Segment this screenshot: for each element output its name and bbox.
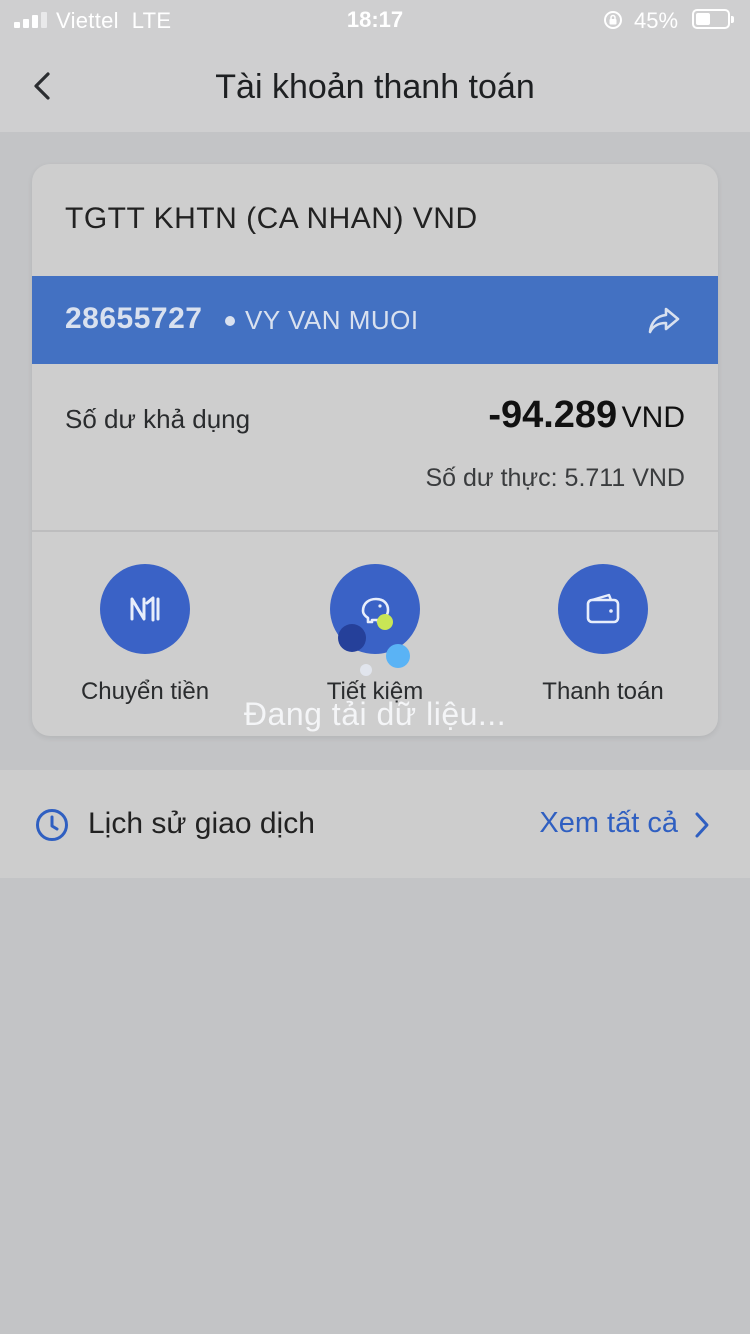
loading-text: Đang tải dữ liệu... — [243, 696, 507, 732]
battery-percent: 45% — [634, 8, 679, 33]
rotation-lock-icon — [604, 11, 622, 29]
account-name: TGTT KHTN (CA NHAN) VND — [65, 202, 478, 235]
wallet-icon — [586, 593, 620, 624]
clock-icon — [36, 809, 68, 841]
loading-spinner — [330, 610, 420, 690]
battery-icon — [692, 9, 734, 29]
status-bar: Viettel LTE 18:17 45% — [0, 0, 750, 40]
account-holder: VY VAN MUOI — [245, 305, 419, 335]
header: Tài khoản thanh toán — [0, 40, 750, 132]
divider — [32, 530, 718, 532]
payment-action[interactable]: Thanh toán — [503, 564, 703, 706]
chevron-right-icon[interactable] — [692, 810, 712, 840]
page-title: Tài khoản thanh toán — [215, 68, 535, 106]
available-balance-label: Số dư khả dụng — [65, 404, 251, 434]
payment-button[interactable] — [558, 564, 648, 654]
available-balance: -94.289 VND — [488, 394, 685, 437]
account-number-bar: 28655727 VY VAN MUOI — [32, 276, 718, 364]
transaction-history-title: Lịch sử giao dịch — [88, 807, 315, 840]
transfer-action[interactable]: Chuyển tiền — [45, 564, 245, 706]
share-arrow-icon[interactable] — [646, 302, 682, 338]
actual-balance: Số dư thực: 5.711 VND — [425, 464, 685, 492]
available-balance-amount: -94.289 — [488, 394, 618, 436]
available-balance-currency: VND — [621, 401, 685, 434]
account-number: 28655727 — [65, 302, 203, 335]
transfer-button[interactable] — [100, 564, 190, 654]
view-all-link[interactable]: Xem tất cả — [539, 807, 678, 840]
separator-dot — [225, 316, 235, 326]
transaction-history-bar[interactable]: Lịch sử giao dịch Xem tất cả — [0, 770, 750, 878]
transfer-icon — [130, 596, 160, 622]
